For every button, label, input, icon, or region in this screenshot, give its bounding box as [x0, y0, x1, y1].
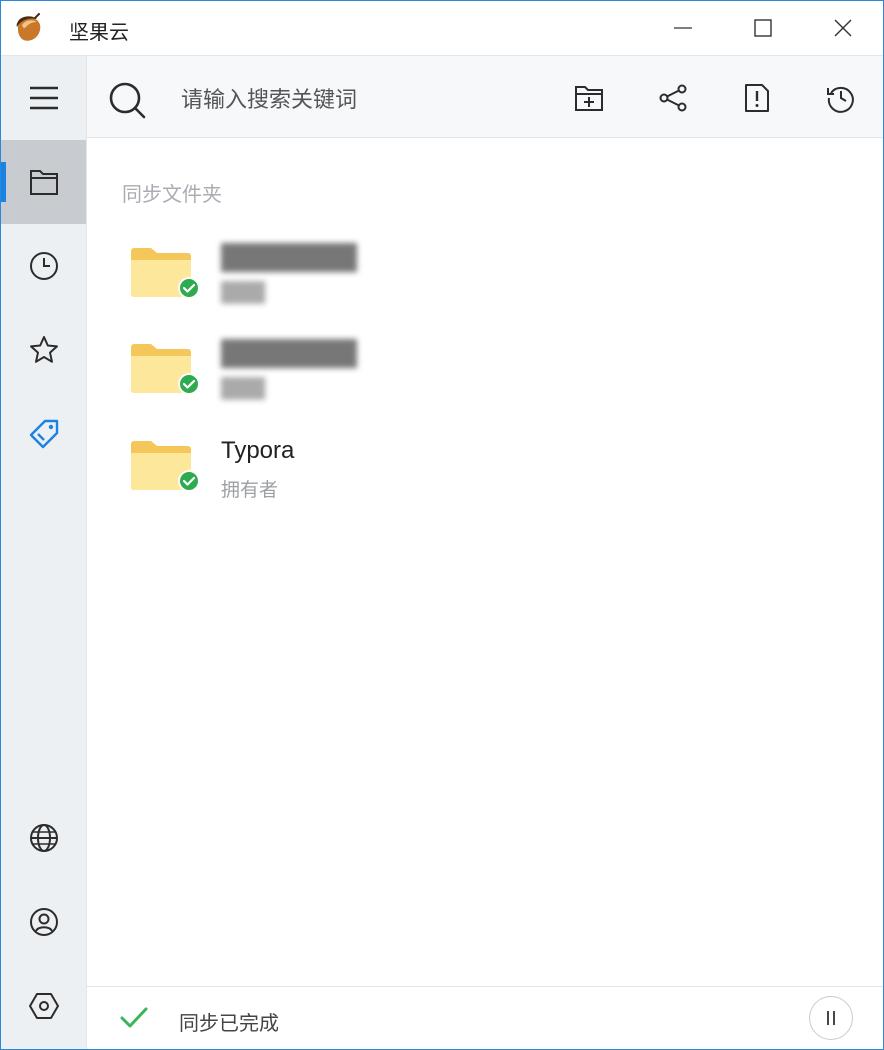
new-folder-button[interactable] [569, 78, 609, 118]
sidebar-menu-button[interactable] [1, 56, 86, 140]
folder-name: ████████ [221, 340, 358, 367]
history-icon [827, 86, 854, 113]
search-input[interactable] [179, 80, 543, 120]
folder-name: Typora [221, 437, 295, 464]
sidebar-item-starred[interactable] [1, 308, 86, 392]
share-button[interactable] [653, 78, 693, 118]
pause-sync-button[interactable] [809, 996, 853, 1040]
search-icon[interactable] [107, 80, 147, 120]
status-bar: 同步已完成 [87, 986, 883, 1049]
acorn-logo-icon [16, 13, 41, 41]
sidebar-item-web[interactable] [1, 796, 86, 880]
star-icon [29, 336, 58, 363]
close-button[interactable] [803, 1, 883, 55]
folder-owner: 拥有者 [221, 479, 279, 501]
minimize-icon [674, 27, 692, 29]
content-area: 同步文件夹 ████████ ███ ████████ ███ Typora 拥… [87, 138, 883, 986]
menu-icon [29, 86, 58, 110]
sidebar-item-settings[interactable] [1, 964, 86, 1048]
sidebar-item-account[interactable] [1, 880, 86, 964]
share-icon [659, 84, 687, 112]
folder-owner: ███ [221, 282, 265, 304]
minimize-button[interactable] [643, 1, 723, 55]
sync-status-text: 同步已完成 [179, 1011, 279, 1035]
app-window: 坚果云 请输入搜索关键词 同步文件夹 ████████ ███ ████████… [0, 0, 884, 1050]
folder-icon [29, 170, 58, 195]
folder-item-typora[interactable]: Typora 拥有者 [87, 427, 883, 521]
folder-name: ████████ [221, 244, 358, 271]
clock-icon [29, 252, 58, 280]
new-folder-icon [575, 86, 603, 111]
maximize-icon [754, 19, 772, 37]
report-button[interactable] [737, 78, 777, 118]
folder-item[interactable]: ████████ ███ [87, 330, 883, 424]
toolbar [87, 56, 883, 138]
maximize-button[interactable] [723, 1, 803, 55]
app-title: 坚果云 [69, 20, 129, 44]
report-icon [745, 84, 769, 112]
title-bar: 坚果云 [1, 1, 883, 56]
folder-item[interactable]: ████████ ███ [87, 234, 883, 328]
sidebar-item-tags[interactable] [1, 392, 86, 476]
synced-folder-icon [131, 248, 200, 299]
section-title: 同步文件夹 [122, 182, 222, 206]
close-icon [834, 19, 852, 37]
synced-folder-icon [131, 441, 200, 492]
history-button[interactable] [821, 78, 861, 118]
globe-icon [29, 824, 58, 852]
synced-folder-icon [131, 344, 200, 395]
sidebar-item-files[interactable] [1, 140, 86, 224]
sidebar-item-recent[interactable] [1, 224, 86, 308]
user-icon [29, 908, 58, 936]
pause-icon [827, 1011, 835, 1025]
sidebar [1, 56, 87, 1049]
tag-icon [29, 419, 58, 449]
check-icon [120, 1007, 148, 1028]
settings-hex-icon [28, 993, 59, 1019]
folder-owner: ███ [221, 378, 265, 400]
